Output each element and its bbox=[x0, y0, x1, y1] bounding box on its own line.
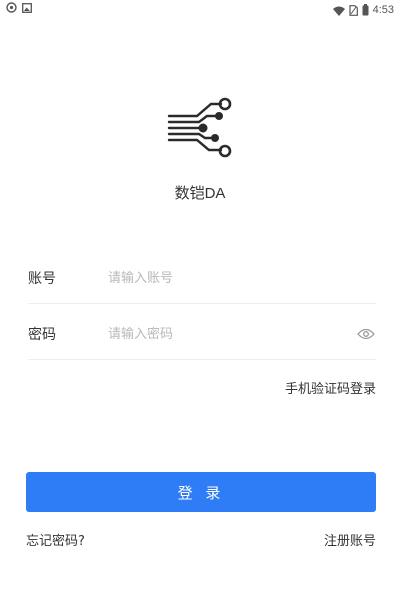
login-button[interactable]: 登 录 bbox=[26, 472, 376, 512]
status-bar: 4:53 bbox=[0, 0, 400, 18]
notification-icon bbox=[6, 2, 17, 13]
status-bar-right: 4:53 bbox=[332, 1, 394, 20]
battery-icon bbox=[362, 1, 369, 20]
divider bbox=[28, 359, 376, 360]
circuit-logo-icon bbox=[163, 96, 239, 166]
register-account-link[interactable]: 注册账号 bbox=[324, 530, 376, 549]
account-input[interactable] bbox=[108, 264, 338, 292]
image-notification-icon bbox=[21, 2, 32, 13]
eye-icon[interactable] bbox=[356, 324, 376, 344]
password-label: 密码 bbox=[28, 327, 56, 343]
sim-card-icon bbox=[348, 1, 358, 20]
account-label: 账号 bbox=[28, 271, 56, 287]
sms-login-link[interactable]: 手机验证码登录 bbox=[285, 378, 376, 397]
divider bbox=[28, 303, 376, 304]
forgot-password-link[interactable]: 忘记密码? bbox=[26, 530, 85, 549]
account-row: 账号 bbox=[28, 258, 376, 304]
wifi-icon bbox=[332, 1, 345, 20]
password-input[interactable] bbox=[108, 320, 338, 348]
status-bar-left bbox=[6, 2, 32, 13]
password-row: 密码 bbox=[28, 314, 376, 360]
status-time: 4:53 bbox=[372, 4, 394, 16]
app-name: 数铠DA bbox=[174, 185, 226, 202]
